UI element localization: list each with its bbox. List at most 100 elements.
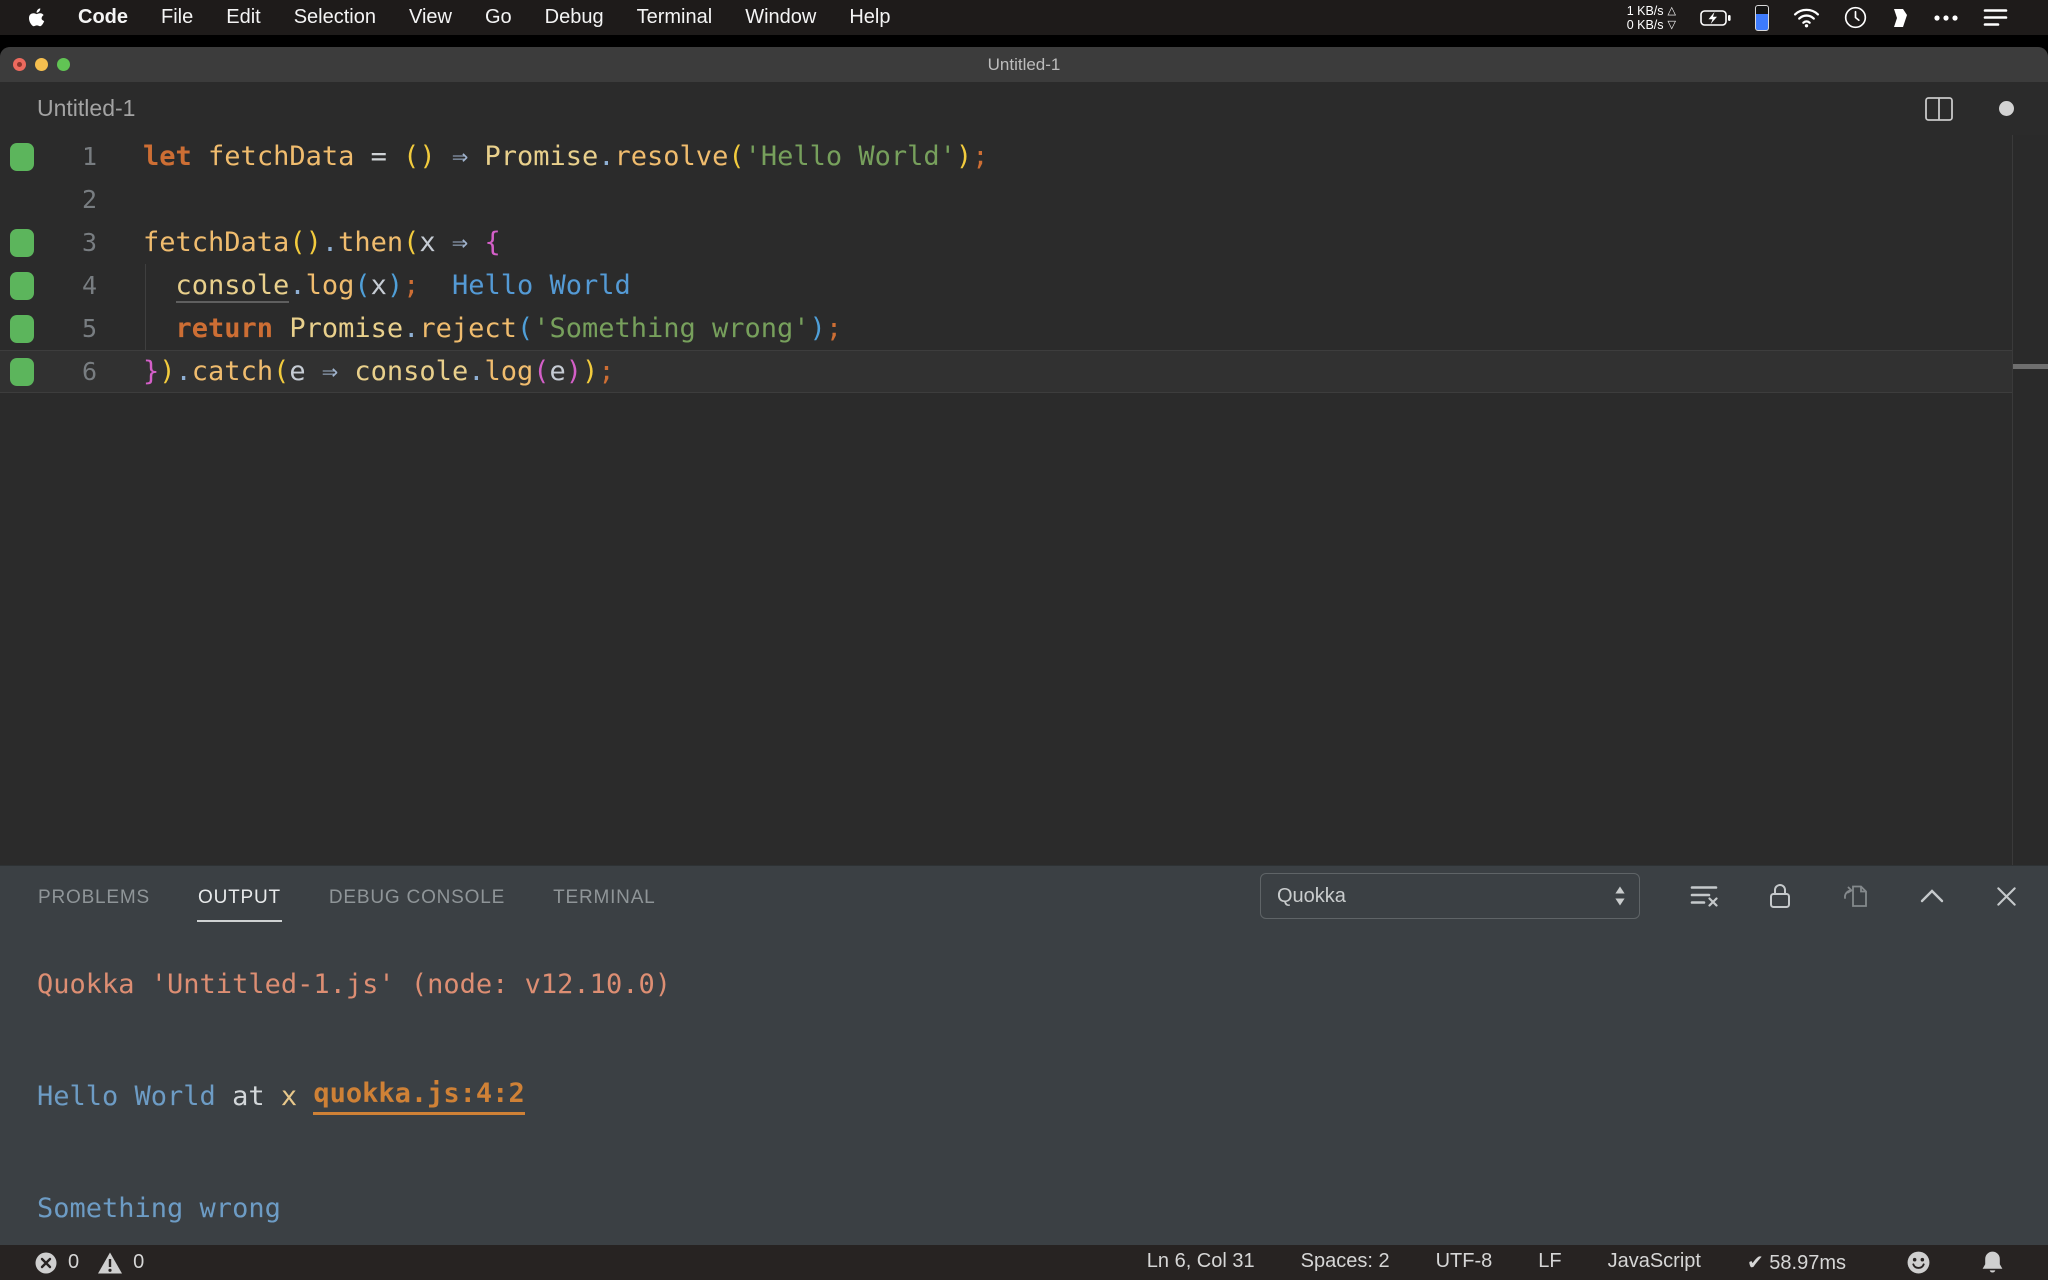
overview-ruler[interactable] — [2012, 135, 2048, 865]
tab-untitled-1[interactable]: Untitled-1 — [37, 95, 135, 122]
quokka-coverage-indicator — [10, 357, 34, 386]
quokka-coverage-indicator — [10, 142, 34, 171]
minimize-window-button[interactable] — [35, 58, 48, 71]
traffic-lights — [13, 47, 70, 82]
menu-item-go[interactable]: Go — [485, 6, 512, 29]
menu-item-view[interactable]: View — [409, 6, 452, 29]
status-item-utf-8[interactable]: UTF-8 — [1436, 1250, 1493, 1275]
indent-guide — [145, 264, 146, 350]
code-token: x — [419, 227, 436, 258]
battery-charging-icon[interactable] — [1700, 9, 1731, 26]
output-channel-select[interactable]: Quokka — [1260, 873, 1640, 919]
code-editor[interactable]: 1 let fetchData = () ⇒ Promise.resolve('H… — [0, 135, 2048, 865]
output-console[interactable]: Quokka 'Untitled-1.js' (node: v12.10.0) H… — [0, 926, 2048, 1236]
menu-item-window[interactable]: Window — [745, 6, 816, 29]
more-dots-icon[interactable] — [1933, 14, 1959, 22]
menu-left: Code File Edit Selection View Go Debug Termina… — [28, 6, 890, 29]
code-token: Hello World — [451, 270, 631, 301]
unsaved-dot[interactable] — [1999, 101, 2014, 116]
quokka-coverage-indicator — [10, 314, 34, 343]
menu-item-selection[interactable]: Selection — [294, 6, 376, 29]
clock-icon[interactable] — [1844, 6, 1867, 29]
wifi-icon[interactable] — [1793, 7, 1820, 28]
code-token: ) — [159, 356, 176, 387]
code-token: ; — [403, 270, 420, 301]
bottom-panel: PROBLEMS OUTPUT DEBUG CONSOLE TERMINAL Quok… — [0, 865, 2048, 1245]
macos-menu-bar: Code File Edit Selection View Go Debug Termina… — [0, 0, 2048, 35]
code-token: () — [289, 227, 322, 258]
feedback-smiley-icon[interactable] — [1906, 1250, 1931, 1275]
code-token: console — [354, 356, 469, 387]
code-token: . — [175, 356, 192, 387]
status-item-spaces-2[interactable]: Spaces: 2 — [1301, 1250, 1390, 1275]
gutter-marker-cell — [0, 357, 44, 386]
network-speed[interactable]: 1 KB/s △ 0 KB/s ▽ — [1627, 4, 1676, 32]
menu-item-debug[interactable]: Debug — [545, 6, 604, 29]
panel-tab-terminal[interactable]: TERMINAL — [552, 871, 656, 922]
code-line-1[interactable]: 1 let fetchData = () ⇒ Promise.resolve('H… — [0, 135, 2048, 178]
code-token: log — [305, 270, 355, 301]
panel-tab-debug-console[interactable]: DEBUG CONSOLE — [328, 871, 506, 922]
maximize-panel-icon[interactable] — [1919, 888, 1945, 904]
code-token: x — [370, 270, 387, 301]
gutter-marker-cell — [0, 142, 44, 171]
code-token: . — [289, 270, 306, 301]
close-panel-icon[interactable] — [1995, 885, 2018, 908]
zoom-window-button[interactable] — [57, 58, 70, 71]
status-item-ln-6-col-31[interactable]: Ln 6, Col 31 — [1147, 1250, 1255, 1275]
list-menu-icon[interactable] — [1983, 8, 2008, 27]
code-line-3[interactable]: 3 fetchData().then(x ⇒ { — [0, 221, 2048, 264]
code-token: ) — [955, 141, 973, 172]
code-line-5[interactable]: 5 return Promise.reject('Something wrong… — [0, 307, 2048, 350]
warnings-icon[interactable] — [97, 1251, 123, 1275]
panel-tab-problems[interactable]: PROBLEMS — [37, 871, 151, 922]
status-item-javascript[interactable]: JavaScript — [1608, 1250, 1701, 1275]
menu-item-file[interactable]: File — [161, 6, 193, 29]
menu-item-help[interactable]: Help — [849, 6, 890, 29]
close-window-button[interactable] — [13, 58, 26, 71]
menu-app-name[interactable]: Code — [78, 6, 128, 29]
error-count[interactable]: 0 — [68, 1251, 79, 1274]
gutter-marker-cell — [0, 314, 44, 343]
status-bar: 0 0 Ln 6, Col 31 Spaces: 2 UTF-8 LF JavaScri… — [0, 1245, 2048, 1280]
code-token: ; — [598, 356, 615, 387]
output-token: x — [280, 1080, 298, 1112]
status-item-lf[interactable]: LF — [1538, 1250, 1561, 1275]
menu-item-terminal[interactable]: Terminal — [637, 6, 713, 29]
menu-extra-icon[interactable] — [1891, 8, 1909, 28]
code-token: ; — [825, 313, 843, 344]
warning-count[interactable]: 0 — [133, 1251, 144, 1274]
split-editor-icon[interactable] — [1925, 96, 1953, 121]
code-line-6[interactable]: 6}).catch(e ⇒ console.log(e)); — [0, 350, 2048, 393]
apple-icon[interactable] — [28, 7, 45, 28]
net-up-value: 1 KB/s — [1626, 3, 1664, 18]
line-number: 5 — [81, 314, 97, 343]
code-token: ) — [582, 356, 599, 387]
code-line-4[interactable]: 4 console.log(x); Hello World — [0, 264, 2048, 307]
open-in-editor-icon[interactable] — [1842, 883, 1869, 910]
output-line-4 — [37, 1124, 2048, 1180]
clear-output-icon[interactable] — [1690, 884, 1718, 908]
code-token: ( — [354, 270, 371, 301]
panel-tab-output[interactable]: OUTPUT — [197, 871, 282, 922]
menu-item-edit[interactable]: Edit — [226, 6, 260, 29]
line-number: 1 — [81, 142, 97, 171]
lock-scroll-icon[interactable] — [1768, 882, 1792, 910]
code-line-2[interactable]: 2 — [0, 178, 2048, 221]
gutter-marker-cell — [0, 271, 44, 300]
status-item-58-97ms[interactable]: ✔ 58.97ms — [1747, 1250, 1846, 1275]
code-token: Promise — [289, 313, 404, 344]
notifications-bell-icon[interactable] — [1981, 1250, 2004, 1275]
device-battery-icon[interactable] — [1755, 4, 1769, 31]
screen: Code File Edit Selection View Go Debug Termina… — [0, 0, 2048, 1280]
code-token: Promise — [484, 141, 599, 172]
line-number: 3 — [81, 228, 97, 257]
code-token: = — [370, 141, 387, 172]
output-channel-value: Quokka — [1277, 884, 1346, 907]
errors-icon[interactable] — [34, 1251, 58, 1275]
output-link[interactable]: quokka.js:4:2 — [313, 1078, 525, 1115]
output-line-1: Quokka 'Untitled-1.js' (node: v12.10.0) — [37, 956, 2048, 1012]
